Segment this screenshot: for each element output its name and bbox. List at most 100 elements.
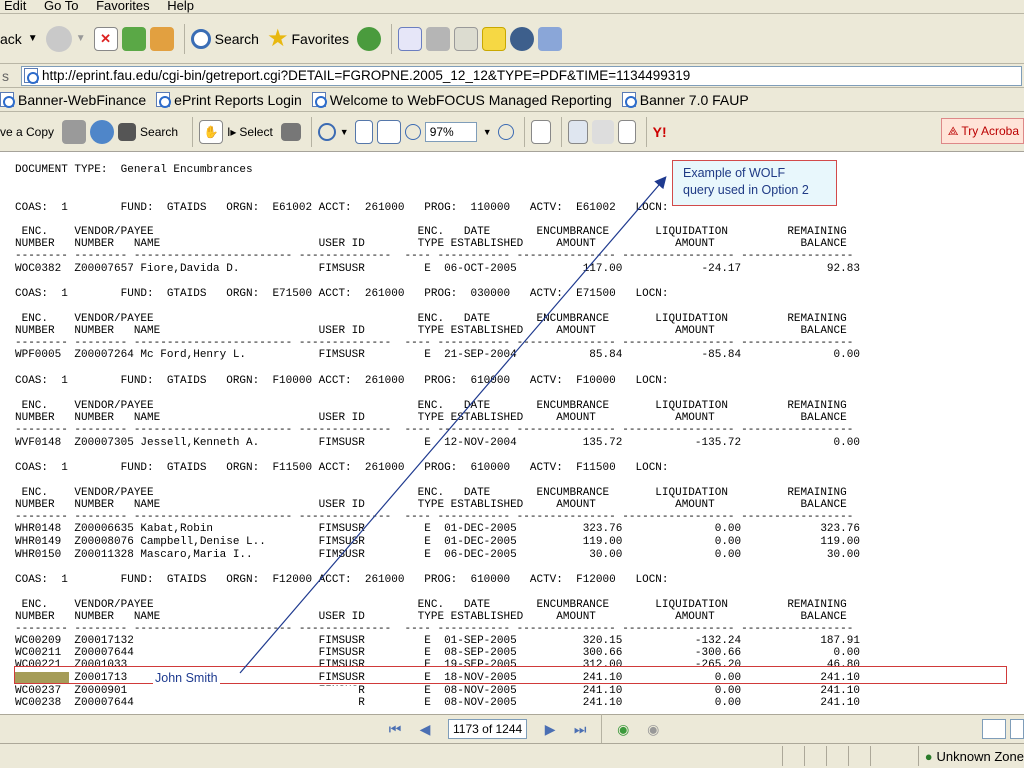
snapshot-icon[interactable] [280,122,301,141]
callout-box: Example of WOLF query used in Option 2 [672,160,837,206]
next-page-icon[interactable]: ▶ [541,720,559,738]
page-navigation-bar: ⏮ ◀ 1173 of 1244 ▶ ⏭ ◉ ◉ [0,714,1024,744]
coas-line: COAS: 1 FUND: GTAIDS ORGN: F10000 ACCT: … [15,375,669,387]
search-button[interactable]: Search [190,28,259,49]
search-icon [190,28,211,49]
menu-goto[interactable]: Go To [44,0,78,13]
coas-line: COAS: 1 FUND: GTAIDS ORGN: F11500 ACCT: … [15,462,669,474]
status-cell [782,746,804,766]
menu-favorites[interactable]: Favorites [96,0,149,13]
messenger-icon[interactable] [510,26,535,51]
table-row: WC00237 Z0000901 FIMSUSR E 08-NOV-2005 2… [15,685,860,697]
document-icon[interactable] [617,119,636,144]
pages-icon[interactable] [530,119,551,144]
previous-page-icon[interactable]: ◀ [416,720,434,738]
column-header: ENC. VENDOR/PAYEE ENC. DATE ENCUMBRANCE … [15,313,847,325]
header-rule: -------- -------- ----------------------… [15,623,854,635]
separator [523,116,525,147]
zone-label: Unknown Zone [936,748,1024,764]
status-cell [804,746,826,766]
continuous-page-icon[interactable] [1010,719,1024,739]
menu-edit[interactable]: Edit [4,0,26,13]
menu-help[interactable]: Help [167,0,194,13]
table-row: WVF0148 Z00007305 Jessell,Kenneth A. FIM… [15,437,860,449]
separator [192,116,194,147]
dropdown-arrow-icon[interactable]: ▼ [483,127,492,137]
zoom-in-small-icon[interactable] [497,123,514,140]
spellcheck-icon[interactable] [567,119,588,144]
coas-line: COAS: 1 FUND: GTAIDS ORGN: E71500 ACCT: … [15,288,669,300]
table-row: WHR0149 Z00008076 Campbell,Denise L.. FI… [15,536,860,548]
try-acrobat-button[interactable]: ⟁ Try Acroba [940,118,1024,144]
pdf-document[interactable]: DOCUMENT TYPE: General Encumbrances COAS… [0,153,1024,713]
page-icon [0,92,15,108]
header-rule: -------- -------- ----------------------… [15,250,854,262]
security-zone[interactable]: ● Unknown Zone [917,746,1024,766]
notes-icon[interactable] [482,26,507,51]
edit-icon[interactable] [454,26,479,51]
refresh-icon[interactable] [121,26,146,51]
stop-icon[interactable]: ✕ [93,26,118,51]
save-copy-button[interactable]: ve a Copy [0,125,54,139]
hand-tool-icon[interactable]: ✋ [199,119,224,144]
globe-icon: ● [924,748,933,764]
status-bar: ● Unknown Zone [0,743,1024,768]
select-tool-button[interactable]: I▸ Select [227,125,273,139]
go-back-icon[interactable]: ◉ [614,720,632,738]
dropdown-arrow-icon: ▼ [27,33,38,44]
zoom-out-icon[interactable] [404,123,421,140]
column-header: NUMBER NUMBER NAME USER ID TYPE ESTABLIS… [15,238,847,250]
favorites-button[interactable]: ★ Favorites [267,24,349,53]
fit-page-icon[interactable] [354,119,373,144]
acrobat-search-label: Search [140,124,179,139]
history-icon[interactable] [357,26,382,51]
column-header: NUMBER NUMBER NAME USER ID TYPE ESTABLIS… [15,499,847,511]
zoom-in-icon[interactable] [317,122,336,141]
status-cell [870,746,892,766]
address-input[interactable]: http://eprint.fau.edu/cgi-bin/getreport.… [21,65,1022,86]
page-icon [311,92,327,108]
forward-button[interactable]: ▼ [45,25,86,52]
dropdown-arrow-icon: ▼ [75,33,86,44]
home-icon[interactable] [149,26,174,51]
status-cell [848,746,870,766]
link-banner-faup[interactable]: Banner 7.0 FAUP [621,92,749,108]
column-header: ENC. VENDOR/PAYEE ENC. DATE ENCUMBRANCE … [15,400,847,412]
select-label: Select [239,124,273,139]
acrobat-toolbar: ve a Copy Search ✋ I▸ Select ▼ 97% ▼ Y! … [0,112,1024,152]
sign-icon[interactable] [591,119,614,144]
column-header: ENC. VENDOR/PAYEE ENC. DATE ENCUMBRANCE … [15,599,847,611]
link-banner-webfinance[interactable]: Banner-WebFinance [0,92,146,108]
table-row: WC00209 Z00017132 FIMSUSR E 01-SEP-2005 … [15,635,860,647]
back-button[interactable]: ack ▼ [0,31,38,47]
first-page-icon[interactable]: ⏮ [386,720,404,738]
column-header: NUMBER NUMBER NAME USER ID TYPE ESTABLIS… [15,325,847,337]
callout-line-2: query used in Option 2 [683,183,809,197]
column-header: ENC. VENDOR/PAYEE ENC. DATE ENCUMBRANCE … [15,226,847,238]
single-page-icon[interactable] [982,719,1006,739]
print-icon[interactable] [62,119,87,144]
dropdown-arrow-icon[interactable]: ▼ [340,127,349,137]
link-eprint-login[interactable]: ePrint Reports Login [156,92,302,108]
page-icon [24,68,39,84]
fit-width-icon[interactable] [376,119,401,144]
acrobat-search-button[interactable]: Search [118,122,179,141]
link-webfocus[interactable]: Welcome to WebFOCUS Managed Reporting [311,91,612,108]
column-header: ENC. VENDOR/PAYEE ENC. DATE ENCUMBRANCE … [15,487,847,499]
yahoo-icon[interactable]: Y! [653,124,667,140]
last-page-icon[interactable]: ⏭ [571,720,589,738]
header-rule: -------- -------- ----------------------… [15,337,854,349]
star-icon: ★ [266,25,289,52]
mail-icon[interactable] [398,26,423,51]
try-acrobat-label: Try Acroba [961,124,1019,138]
msn-icon[interactable] [538,26,563,51]
search-label: Search [214,30,259,47]
email-icon[interactable] [90,119,115,144]
go-forward-icon[interactable]: ◉ [644,720,662,738]
page-number-input[interactable]: 1173 of 1244 [448,719,528,739]
link-label: Welcome to WebFOCUS Managed Reporting [329,91,612,108]
print-icon[interactable] [426,26,451,51]
zoom-input[interactable]: 97% [424,121,477,142]
back-label: ack [0,30,22,47]
link-label: ePrint Reports Login [174,91,302,108]
